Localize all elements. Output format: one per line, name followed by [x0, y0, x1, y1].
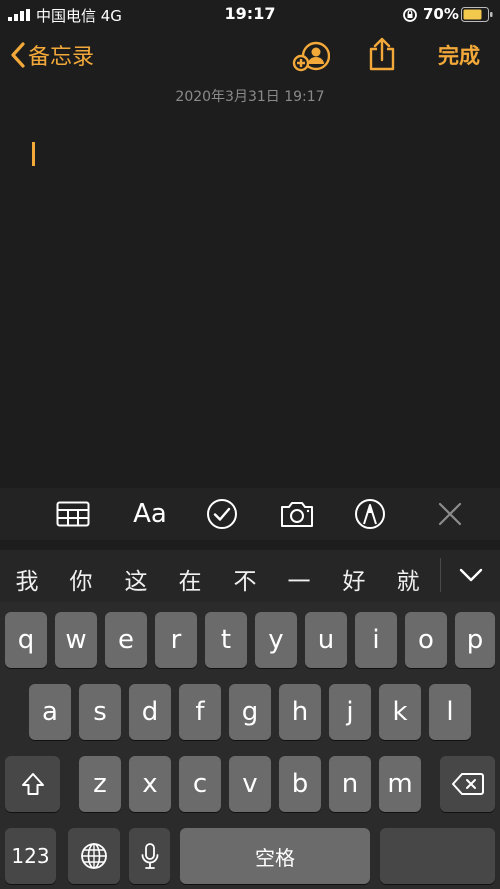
key-f[interactable]: f	[179, 684, 221, 740]
candidate-word[interactable]: 一	[279, 562, 319, 596]
chevron-left-icon	[11, 42, 25, 68]
candidate-word[interactable]: 就	[388, 562, 428, 596]
return-key[interactable]	[380, 828, 495, 884]
key-b[interactable]: b	[279, 756, 321, 812]
globe-key[interactable]	[68, 828, 120, 884]
key-w[interactable]: w	[55, 612, 97, 668]
key-l[interactable]: l	[429, 684, 471, 740]
key-o[interactable]: o	[405, 612, 447, 668]
key-m[interactable]: m	[379, 756, 421, 812]
candidate-bar: 我 你 这 在 不 一 好 就	[0, 550, 500, 602]
text-format-button[interactable]: Aa	[130, 496, 170, 532]
shift-key[interactable]	[5, 756, 60, 812]
key-z[interactable]: z	[79, 756, 121, 812]
checklist-button[interactable]	[202, 496, 242, 532]
key-n[interactable]: n	[329, 756, 371, 812]
candidate-divider	[440, 558, 441, 592]
candidate-word[interactable]: 好	[334, 562, 374, 596]
key-v[interactable]: v	[229, 756, 271, 812]
key-a[interactable]: a	[29, 684, 71, 740]
key-y[interactable]: y	[255, 612, 297, 668]
note-editor[interactable]	[0, 118, 500, 488]
table-button[interactable]	[53, 496, 93, 532]
keyboard: q w e r t y u i o p a s d f g h j k l z …	[0, 602, 500, 889]
markup-button[interactable]	[350, 496, 390, 532]
format-toolbar: Aa	[0, 488, 500, 540]
status-bar: 中国电信 4G 19:17 70%	[0, 0, 500, 28]
key-p[interactable]: p	[455, 612, 495, 668]
key-e[interactable]: e	[105, 612, 147, 668]
candidate-word[interactable]: 我	[7, 562, 47, 596]
nav-bar: 备忘录 完成	[0, 30, 500, 80]
share-icon[interactable]	[367, 36, 397, 72]
delete-key[interactable]	[440, 756, 495, 812]
key-h[interactable]: h	[279, 684, 321, 740]
microphone-icon	[141, 843, 158, 869]
space-key[interactable]: 空格	[180, 828, 370, 884]
key-d[interactable]: d	[129, 684, 171, 740]
note-date: 2020年3月31日 19:17	[175, 89, 325, 105]
numbers-key[interactable]: 123	[5, 828, 56, 884]
candidate-word[interactable]: 不	[225, 562, 265, 596]
add-people-icon[interactable]	[292, 39, 330, 73]
close-toolbar-button[interactable]	[430, 496, 470, 532]
candidate-word[interactable]: 你	[61, 562, 101, 596]
rotation-lock-icon	[403, 8, 417, 22]
table-icon	[56, 501, 90, 527]
back-label: 备忘录	[28, 45, 95, 70]
checklist-icon	[207, 499, 237, 529]
key-r[interactable]: r	[155, 612, 197, 668]
close-icon	[438, 502, 462, 526]
camera-icon	[281, 502, 313, 527]
battery-icon	[461, 7, 493, 22]
camera-button[interactable]	[277, 496, 317, 532]
key-k[interactable]: k	[379, 684, 421, 740]
back-button[interactable]: 备忘录	[10, 40, 94, 70]
key-x[interactable]: x	[129, 756, 171, 812]
battery-percentage: 70%	[423, 5, 459, 23]
globe-icon	[81, 843, 107, 869]
key-s[interactable]: s	[79, 684, 121, 740]
backspace-icon	[451, 773, 484, 795]
text-cursor	[32, 142, 35, 166]
key-u[interactable]: u	[305, 612, 347, 668]
key-q[interactable]: q	[5, 612, 47, 668]
key-t[interactable]: t	[205, 612, 247, 668]
markup-pen-icon	[355, 499, 385, 529]
key-i[interactable]: i	[355, 612, 397, 668]
dictation-key[interactable]	[129, 828, 170, 884]
done-button[interactable]: 完成	[438, 40, 480, 70]
candidate-word[interactable]: 这	[116, 562, 156, 596]
key-g[interactable]: g	[229, 684, 271, 740]
shift-icon	[21, 773, 44, 795]
candidate-word[interactable]: 在	[170, 562, 210, 596]
key-c[interactable]: c	[179, 756, 221, 812]
key-j[interactable]: j	[329, 684, 371, 740]
chevron-down-icon[interactable]	[455, 560, 487, 590]
